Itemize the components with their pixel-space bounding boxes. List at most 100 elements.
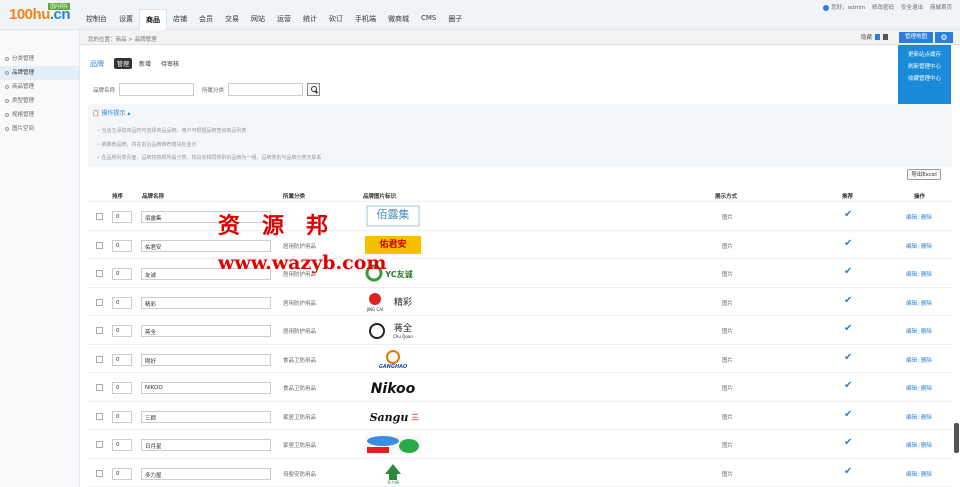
brand-name-input[interactable]: 精彩 — [141, 296, 271, 309]
sort-input[interactable]: 0 — [112, 239, 132, 252]
edit-link[interactable]: 编辑 — [906, 215, 917, 221]
layout-dark-icon[interactable] — [883, 34, 888, 40]
check-icon[interactable]: ✔ — [844, 238, 852, 249]
change-password-link[interactable]: 修改密码 — [872, 3, 894, 11]
edit-link[interactable]: 编辑 — [906, 386, 917, 392]
nav-item[interactable]: 网站 — [245, 9, 271, 30]
category-input[interactable] — [228, 83, 304, 96]
edit-link[interactable]: 编辑 — [906, 329, 917, 335]
sort-input[interactable]: 0 — [112, 439, 132, 451]
check-icon[interactable]: ✔ — [844, 466, 852, 477]
delete-link[interactable]: 删除 — [921, 472, 932, 478]
nav-item[interactable]: 砍订 — [323, 9, 349, 30]
brand-name-input[interactable]: 蒋全 — [141, 325, 271, 337]
nav-item[interactable]: 店铺 — [167, 9, 193, 30]
delete-link[interactable]: 删除 — [921, 415, 932, 421]
delete-link[interactable]: 删除 — [921, 386, 932, 392]
edit-link[interactable]: 编辑 — [906, 443, 917, 449]
brand-name-input[interactable]: 三顾 — [141, 410, 271, 423]
edit-link[interactable]: 编辑 — [906, 272, 917, 278]
edit-link[interactable]: 编辑 — [906, 358, 917, 364]
brand-name-input[interactable] — [119, 83, 195, 96]
check-icon[interactable]: ✔ — [844, 266, 852, 277]
delete-link[interactable]: 删除 — [921, 358, 932, 364]
nav-item[interactable]: 圈子 — [442, 9, 468, 30]
row-checkbox[interactable] — [96, 241, 103, 249]
sort-input[interactable]: 0 — [112, 325, 132, 337]
tips-toggle[interactable]: 📋 操作提示 ▴ — [92, 108, 948, 117]
check-icon[interactable]: ✔ — [844, 295, 852, 306]
delete-link[interactable]: 删除 — [921, 443, 932, 449]
row-checkbox[interactable] — [96, 213, 103, 220]
row-checkbox[interactable] — [96, 327, 103, 334]
export-excel-button[interactable]: 导出Excel — [907, 169, 941, 180]
nav-item[interactable]: CMS — [415, 9, 442, 30]
nav-item[interactable]: 手机端 — [349, 9, 382, 30]
edit-link[interactable]: 编辑 — [906, 244, 917, 250]
brand-name-input[interactable]: 日月星 — [141, 439, 271, 451]
sort-input[interactable]: 0 — [112, 353, 132, 366]
dropdown-item[interactable]: 收藏管理中心 — [900, 73, 949, 85]
sidebar-item[interactable]: 类型管理 — [0, 94, 79, 108]
sort-input[interactable]: 0 — [112, 296, 132, 309]
nav-item[interactable]: 运营 — [271, 9, 297, 30]
nav-item[interactable]: 交易 — [219, 9, 245, 30]
row-checkbox[interactable] — [96, 298, 103, 306]
sidebar-item[interactable]: 图片空间 — [0, 122, 79, 136]
nav-item[interactable]: 会员 — [193, 9, 219, 30]
sidebar-item[interactable]: 品牌管理 — [0, 66, 79, 80]
delete-link[interactable]: 删除 — [921, 329, 932, 335]
edit-link[interactable]: 编辑 — [906, 472, 917, 478]
sort-input[interactable]: 0 — [112, 410, 132, 423]
sort-input[interactable]: 0 — [112, 382, 132, 394]
brand-name-input[interactable]: 佑君安 — [141, 239, 271, 252]
row-checkbox[interactable] — [96, 384, 103, 391]
sidebar-item[interactable]: 规格管理 — [0, 108, 79, 122]
nav-item[interactable]: 微商城 — [382, 9, 415, 30]
check-icon[interactable]: ✔ — [844, 209, 852, 220]
delete-link[interactable]: 删除 — [921, 215, 932, 221]
sort-input[interactable]: 0 — [112, 211, 132, 223]
nav-item[interactable]: 控制台 — [80, 9, 113, 30]
row-checkbox[interactable] — [96, 270, 103, 277]
edit-link[interactable]: 编辑 — [906, 415, 917, 421]
edit-link[interactable]: 编辑 — [906, 301, 917, 307]
nav-item[interactable]: 商品 — [139, 9, 167, 30]
delete-link[interactable]: 删除 — [921, 244, 932, 250]
nav-item[interactable]: 统计 — [297, 9, 323, 30]
row-checkbox[interactable] — [96, 355, 103, 363]
logo[interactable]: 100hu.cn 国内领先 — [9, 3, 71, 23]
home-link[interactable]: 商城首页 — [930, 3, 952, 11]
logout-link[interactable]: 安全退出 — [901, 3, 923, 11]
tab[interactable]: 待审核 — [158, 58, 182, 69]
dropdown-item[interactable]: 刷新管理中心 — [900, 61, 949, 73]
brand-name-input[interactable]: 刚好 — [141, 353, 271, 366]
brand-name-input[interactable]: 多力屋 — [141, 467, 271, 480]
check-icon[interactable]: ✔ — [844, 437, 852, 448]
row-checkbox[interactable] — [96, 469, 103, 477]
row-ops: 编辑|删除 — [906, 215, 932, 221]
search-button[interactable] — [307, 83, 321, 96]
nav-item[interactable]: 设置 — [113, 9, 139, 30]
scrollbar-thumb[interactable] — [954, 423, 959, 453]
check-icon[interactable]: ✔ — [844, 352, 852, 363]
check-icon[interactable]: ✔ — [844, 323, 852, 334]
check-icon[interactable]: ✔ — [844, 409, 852, 420]
row-checkbox[interactable] — [96, 412, 103, 420]
manage-map-button[interactable]: 管理地图 — [899, 32, 933, 43]
delete-link[interactable]: 删除 — [921, 272, 932, 278]
sidebar-item[interactable]: 商品管理 — [0, 80, 79, 94]
layout-blue-icon[interactable] — [875, 34, 880, 40]
sort-input[interactable]: 0 — [112, 467, 132, 480]
delete-link[interactable]: 删除 — [921, 301, 932, 307]
sidebar-item[interactable]: 分类管理 — [0, 52, 79, 66]
tab[interactable]: 管理 — [114, 58, 133, 69]
dropdown-item[interactable]: 更新站点缓存 — [900, 49, 949, 61]
gear-icon[interactable]: ⚙ — [935, 32, 953, 43]
sort-input[interactable]: 0 — [112, 268, 132, 280]
row-checkbox[interactable] — [96, 441, 103, 448]
brand-name-input[interactable]: NIKOO — [141, 382, 271, 394]
check-icon[interactable]: ✔ — [844, 380, 852, 391]
tab[interactable]: 新增 — [136, 58, 154, 69]
hide-label[interactable]: 隐藏 — [861, 33, 872, 41]
